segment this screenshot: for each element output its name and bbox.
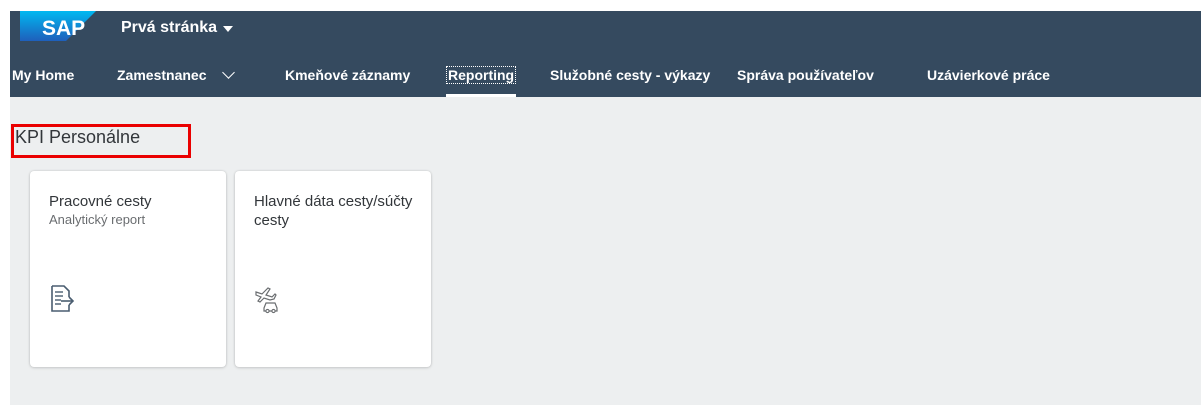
nav-item-label: Kmeňové záznamy xyxy=(285,67,411,83)
nav-item-reporting[interactable]: Reporting xyxy=(446,61,517,97)
shell-header: SAP Prvá stránka My Home Zamestnanec Kme… xyxy=(10,11,1201,97)
nav-item-label: My Home xyxy=(12,67,75,83)
tile-subtitle: Analytický report xyxy=(49,212,146,227)
report-list-icon xyxy=(51,285,75,312)
chevron-down-icon xyxy=(222,66,236,79)
tile-pracovne-cesty[interactable]: Pracovné cesty Analytický report xyxy=(30,171,226,367)
nav-item-label: Služobné cesty - výkazy xyxy=(550,67,711,83)
highlight-box xyxy=(11,124,191,158)
travel-plane-car-icon xyxy=(255,287,278,314)
sap-logo[interactable]: SAP xyxy=(20,11,96,41)
tile-title: Hlavné dáta cesty/súčty cesty xyxy=(254,193,413,229)
nav-item-label: Reporting xyxy=(446,66,517,84)
page-title-menu[interactable]: Prvá stránka xyxy=(121,17,234,39)
launchpad-shell: SAP Prvá stránka My Home Zamestnanec Kme… xyxy=(10,11,1201,405)
nav-item-zamestnanec[interactable]: Zamestnanec xyxy=(117,61,236,97)
nav-item-label: Zamestnanec xyxy=(117,67,207,83)
nav-item-sluzobne-cesty[interactable]: Služobné cesty - výkazy xyxy=(550,61,710,97)
nav-item-label: Správa používateľov xyxy=(737,67,874,83)
sap-logo-text: SAP xyxy=(42,17,85,40)
page-title: Prvá stránka xyxy=(121,19,218,36)
caret-down-icon xyxy=(223,26,234,32)
nav-item-my-home[interactable]: My Home xyxy=(12,61,74,97)
nav-item-kmenove-zaznamy[interactable]: Kmeňové záznamy xyxy=(285,61,410,97)
nav-item-sprava-pouzivatelov[interactable]: Správa používateľov xyxy=(737,61,874,97)
nav-item-uzavierkove-prace[interactable]: Uzávierkové práce xyxy=(927,61,1050,97)
nav-item-label: Uzávierkové práce xyxy=(927,67,1050,83)
anchor-navigation-bar: My Home Zamestnanec Kmeňové záznamy Repo… xyxy=(10,61,1201,97)
tile-hlavne-data-cesty[interactable]: Hlavné dáta cesty/súčty cesty xyxy=(235,171,431,367)
page-content: KPI Personálne Pracovné cesty Analytický… xyxy=(10,97,1201,405)
tile-title: Pracovné cesty xyxy=(49,193,152,210)
